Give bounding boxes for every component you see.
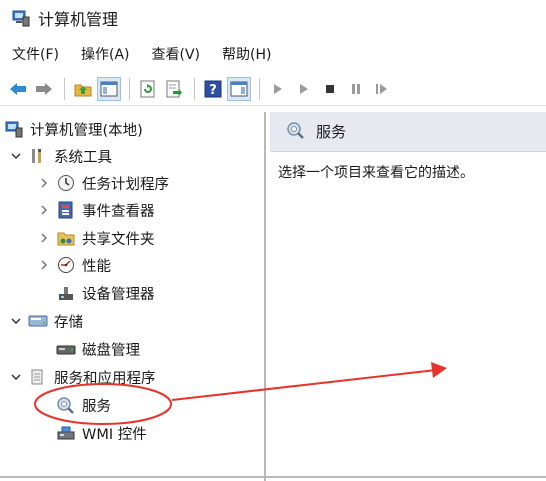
menu-help[interactable]: 帮助(H) (222, 44, 271, 64)
event-viewer-icon (56, 200, 76, 220)
tree-item-performance[interactable]: 性能 (36, 252, 111, 278)
pane-title: 服务 (316, 123, 347, 141)
toolbar-separator (194, 77, 195, 100)
window-title: 计算机管理 (38, 10, 119, 29)
shared-folder-icon (56, 228, 76, 248)
chevron-right-icon[interactable] (36, 202, 52, 218)
storage-icon (28, 311, 48, 331)
tools-icon (28, 146, 48, 166)
pane-description: 选择一个项目来查看它的描述。 (278, 165, 474, 181)
tree-item-label: 事件查看器 (82, 203, 155, 220)
chevron-down-icon[interactable] (8, 313, 24, 329)
computer-management-icon (4, 119, 24, 139)
disk-icon (56, 339, 76, 359)
pause-icon[interactable] (344, 77, 368, 101)
up-folder-icon[interactable] (71, 77, 95, 101)
tree-item-wmi-control[interactable]: WMI 控件 (56, 420, 147, 446)
tree-item-label: 存储 (54, 314, 83, 331)
toolbar-separator (259, 77, 260, 100)
tree-item-label: 磁盘管理 (82, 342, 140, 359)
tree-item-services[interactable]: 服务 (56, 392, 111, 418)
title-bar: 计算机管理 (0, 0, 546, 36)
clock-icon (56, 173, 76, 193)
tree-item-device-manager[interactable]: 设备管理器 (56, 280, 155, 306)
show-hide-tree-icon[interactable] (97, 76, 121, 101)
tree-item-task-scheduler[interactable]: 任务计划程序 (36, 170, 169, 196)
menu-action[interactable]: 操作(A) (81, 44, 130, 64)
chevron-right-icon[interactable] (36, 257, 52, 273)
toolbar: ? (0, 72, 546, 106)
back-arrow-icon[interactable] (6, 77, 30, 101)
services-gear-icon (286, 120, 306, 144)
tree-item-label: 系统工具 (54, 149, 112, 166)
tree-item-label: 服务 (82, 398, 111, 415)
chevron-down-icon[interactable] (8, 148, 24, 164)
menu-bar: 文件(F) 操作(A) 查看(V) 帮助(H) (0, 40, 293, 68)
tree-item-label: 设备管理器 (82, 286, 155, 303)
tree-item-storage[interactable]: 存储 (8, 308, 83, 334)
tree-item-label: 共享文件夹 (82, 231, 155, 248)
tree-item-disk-management[interactable]: 磁盘管理 (56, 336, 140, 362)
services-apps-icon (28, 367, 48, 387)
tree-item-system-tools[interactable]: 系统工具 (8, 143, 112, 169)
device-manager-icon (56, 283, 76, 303)
chevron-down-icon[interactable] (8, 369, 24, 385)
restart-icon[interactable] (370, 77, 394, 101)
help-icon[interactable]: ? (201, 77, 225, 101)
chevron-right-icon[interactable] (36, 230, 52, 246)
tree-item-label: 性能 (82, 258, 111, 275)
tree-item-event-viewer[interactable]: 事件查看器 (36, 197, 155, 223)
services-gear-icon (56, 395, 76, 415)
svg-text:?: ? (209, 83, 217, 98)
performance-icon (56, 255, 76, 275)
wmi-icon (56, 423, 76, 443)
action-pane-icon[interactable] (227, 76, 251, 101)
start-service-icon[interactable] (266, 77, 290, 101)
tree-item-root[interactable]: 计算机管理(本地) (4, 116, 143, 142)
tree-item-shared-folders[interactable]: 共享文件夹 (36, 225, 155, 251)
bottom-border (0, 476, 546, 478)
stop-icon[interactable] (318, 77, 342, 101)
details-pane: 服务 选择一个项目来查看它的描述。 (270, 112, 546, 481)
console-tree: 计算机管理(本地) 系统工具 任务计划程序 事件查看器 共享文件夹 性能 设备管… (0, 112, 266, 481)
export-list-icon[interactable] (162, 77, 186, 101)
start-icon[interactable] (292, 77, 316, 101)
refresh-icon[interactable] (136, 77, 160, 101)
tree-item-label: 任务计划程序 (82, 176, 169, 193)
tree-item-label: 计算机管理(本地) (30, 122, 143, 139)
tree-item-services-and-applications[interactable]: 服务和应用程序 (8, 364, 156, 390)
computer-management-icon (12, 9, 30, 27)
tree-item-label: WMI 控件 (82, 426, 147, 443)
menu-view[interactable]: 查看(V) (152, 44, 201, 64)
chevron-right-icon[interactable] (36, 175, 52, 191)
forward-arrow-icon[interactable] (32, 77, 56, 101)
pane-header: 服务 (270, 112, 546, 152)
toolbar-separator (129, 77, 130, 100)
tree-item-label: 服务和应用程序 (54, 370, 156, 387)
menu-file[interactable]: 文件(F) (12, 44, 59, 64)
toolbar-separator (64, 77, 65, 100)
